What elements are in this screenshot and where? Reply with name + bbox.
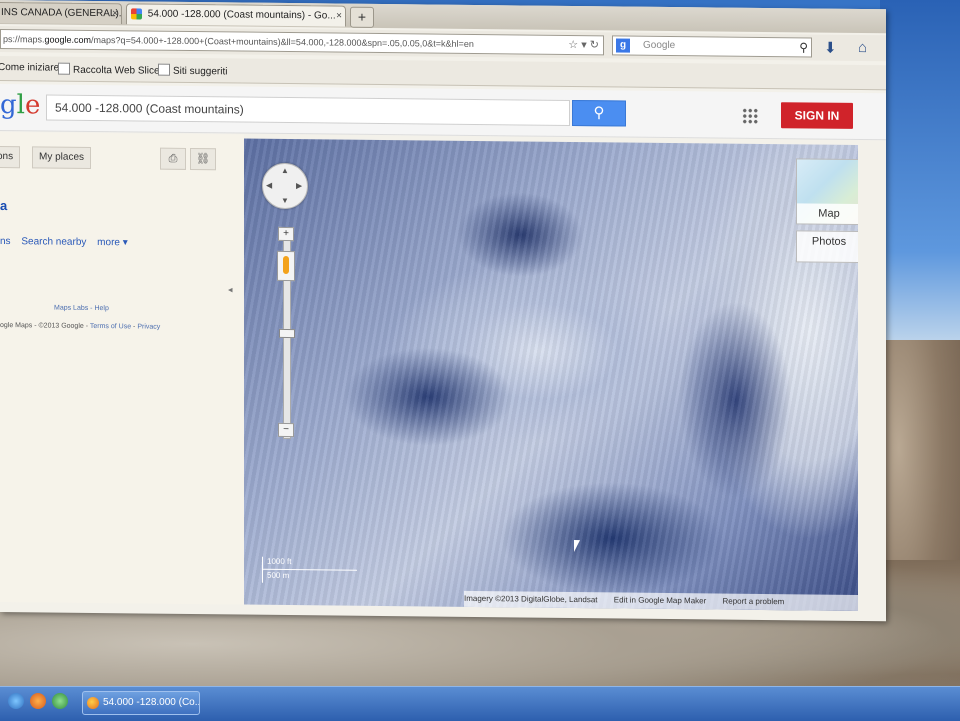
taskbar-window-button[interactable]: 54.000 -128.000 (Co... bbox=[82, 691, 200, 715]
reload-icon[interactable]: ↻ bbox=[590, 39, 599, 51]
start-icon[interactable] bbox=[8, 693, 24, 709]
url-rest: /maps?q=54.000+-128.000+(Coast+mountains… bbox=[91, 34, 474, 49]
page-icon bbox=[158, 63, 170, 76]
google-maps-favicon-icon bbox=[131, 8, 142, 20]
browser-window: INS CANADA (GENERAL)... × 54.000 -128.00… bbox=[0, 0, 886, 622]
street-view-pegman-icon[interactable] bbox=[277, 250, 295, 282]
my-places-button[interactable]: My places bbox=[32, 146, 92, 169]
maps-header: gle 54.000 -128.000 (Coast mountains) ⚲ … bbox=[0, 84, 886, 141]
logo-letter: g bbox=[0, 90, 17, 121]
dropdown-icon[interactable]: ▾ bbox=[581, 39, 587, 51]
bookmark-label: Siti suggeriti bbox=[173, 65, 228, 78]
map-type-label: Map bbox=[797, 203, 858, 225]
firefox-icon[interactable] bbox=[30, 693, 46, 709]
link-icon[interactable]: ⛓ bbox=[190, 147, 216, 171]
apps-grid-icon[interactable] bbox=[742, 107, 758, 124]
bookmark-raccolta-web-slice[interactable]: Raccolta Web Slice bbox=[58, 62, 160, 77]
close-icon[interactable]: × bbox=[336, 7, 342, 27]
search-engine-icon[interactable]: g bbox=[616, 38, 630, 53]
pan-down-icon[interactable]: ▼ bbox=[281, 196, 289, 205]
scale-bar: 1000 ft 500 m bbox=[262, 556, 357, 584]
bookmark-star-icon[interactable]: ☆ bbox=[568, 39, 578, 51]
home-icon[interactable]: ⌂ bbox=[858, 39, 867, 56]
print-icon[interactable]: ⎙ bbox=[160, 147, 186, 170]
place-actions: ns Search nearby more ▾ bbox=[0, 236, 136, 248]
imagery-credit: Imagery ©2013 DigitalGlobe, Landsat bbox=[464, 593, 598, 605]
download-arrow-icon[interactable]: ⬇ bbox=[824, 39, 837, 57]
logo-letter: l bbox=[16, 90, 25, 121]
maps-labs-help[interactable]: Maps Labs - Help bbox=[54, 305, 109, 313]
bookmark-label: Raccolta Web Slice bbox=[73, 64, 160, 77]
page-icon bbox=[58, 62, 70, 75]
copyright-text: ogle Maps - ©2013 Google - bbox=[0, 322, 89, 330]
left-panel: ons My places ⎙ ⛓ a ns Search nearby mor… bbox=[0, 132, 244, 605]
sign-in-button[interactable]: SIGN IN bbox=[781, 102, 853, 129]
address-bar[interactable]: ps://maps.google.com/maps?q=54.000+-128.… bbox=[0, 29, 604, 56]
url-host: google.com bbox=[44, 34, 92, 45]
search-placeholder: Google bbox=[643, 39, 676, 52]
mouse-cursor-icon bbox=[574, 540, 580, 553]
scale-meters: 500 m bbox=[267, 570, 290, 581]
tab-google-maps[interactable]: 54.000 -128.000 (Coast mountains) - Go..… bbox=[126, 3, 346, 27]
zoom-in-button[interactable]: + bbox=[278, 226, 294, 242]
close-icon[interactable]: × bbox=[112, 4, 118, 24]
pan-left-icon[interactable]: ◀ bbox=[266, 181, 272, 190]
url-prefix: ps://maps. bbox=[3, 34, 45, 45]
more-link[interactable]: more ▾ bbox=[97, 237, 128, 248]
taskbar: 54.000 -128.000 (Co... bbox=[0, 686, 960, 721]
pan-control[interactable]: ▲ ▼ ◀ ▶ bbox=[262, 162, 308, 210]
map-type-button[interactable]: Map bbox=[796, 158, 858, 226]
quick-launch-icon[interactable] bbox=[52, 693, 68, 709]
bookmark-siti-suggeriti[interactable]: Siti suggeriti bbox=[158, 63, 228, 78]
desktop-sky bbox=[880, 0, 960, 360]
search-icon: ⚲ bbox=[593, 104, 605, 122]
new-tab-button[interactable]: + bbox=[350, 6, 374, 28]
search-nearby-link[interactable]: Search nearby bbox=[21, 236, 86, 248]
pan-up-icon[interactable]: ▲ bbox=[281, 166, 289, 175]
zoom-out-button[interactable]: − bbox=[278, 422, 294, 438]
scale-feet: 1000 ft bbox=[267, 556, 292, 567]
edit-in-map-maker-link[interactable]: Edit in Google Map Maker bbox=[614, 595, 707, 605]
directions-link[interactable]: ns bbox=[0, 236, 11, 247]
tab-label: INS CANADA (GENERAL)... bbox=[1, 7, 122, 20]
collapse-panel-icon[interactable]: ◂ bbox=[228, 284, 233, 295]
place-title[interactable]: a bbox=[0, 198, 7, 213]
bookmark-come-iniziare[interactable]: Come iniziare bbox=[0, 62, 59, 74]
maps-search-input[interactable]: 54.000 -128.000 (Coast mountains) bbox=[46, 94, 570, 126]
terms-link[interactable]: Terms of Use bbox=[90, 323, 131, 330]
maps-search-button[interactable]: ⚲ bbox=[572, 99, 626, 127]
google-logo[interactable]: gle bbox=[0, 90, 40, 120]
map-attribution: Imagery ©2013 DigitalGlobe, Landsat Edit… bbox=[464, 590, 858, 611]
url-bar-icons: ☆ ▾ ↻ bbox=[568, 36, 599, 54]
tab-ins-canada[interactable]: INS CANADA (GENERAL)... × bbox=[0, 1, 122, 25]
satellite-map[interactable]: ▲ ▼ ◀ ▶ + − Map Photos 1000 ft 500 m Ima… bbox=[244, 138, 858, 611]
privacy-link[interactable]: Privacy bbox=[137, 323, 160, 330]
tab-label: 54.000 -128.000 (Coast mountains) - Go..… bbox=[147, 8, 336, 22]
photos-button[interactable]: Photos bbox=[796, 230, 858, 264]
search-icon[interactable]: ⚲ bbox=[799, 38, 808, 56]
report-problem-link[interactable]: Report a problem bbox=[723, 597, 785, 607]
zoom-slider-handle[interactable] bbox=[279, 328, 295, 339]
pan-right-icon[interactable]: ▶ bbox=[296, 181, 302, 190]
directions-button[interactable]: ons bbox=[0, 145, 21, 169]
copyright-line: ogle Maps - ©2013 Google - Terms of Use … bbox=[0, 322, 161, 331]
logo-letter: e bbox=[24, 90, 41, 121]
browser-search-input[interactable]: g Google ⚲ bbox=[612, 35, 812, 58]
